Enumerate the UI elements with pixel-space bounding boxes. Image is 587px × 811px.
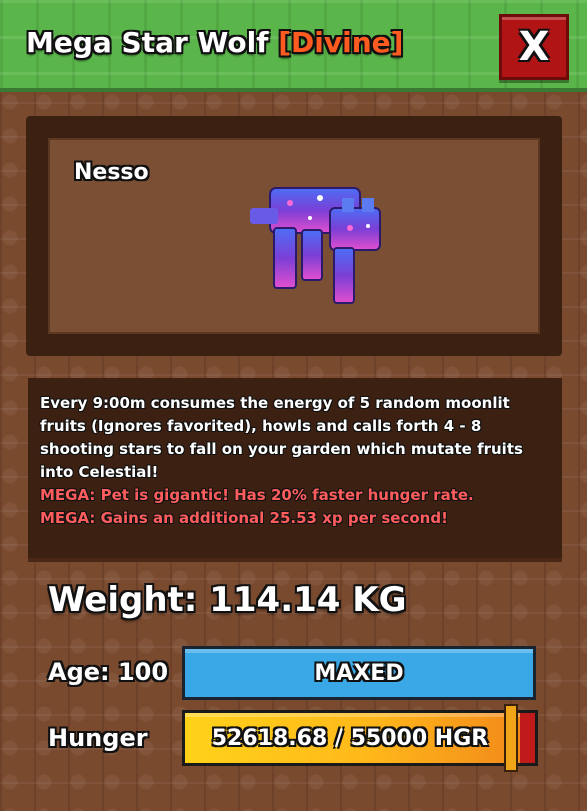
pet-species-title: Mega Star Wolf — [26, 26, 269, 59]
pet-preview-frame: Nesso — [48, 138, 540, 334]
age-bar: MAXED — [182, 646, 536, 700]
pet-preview-panel: Nesso — [26, 116, 562, 356]
description-line: shooting stars to fall on your garden wh… — [40, 440, 523, 458]
pet-name: Nesso — [74, 160, 149, 185]
description-line: into Celestial! — [40, 463, 159, 481]
hunger-marker — [504, 704, 518, 772]
age-label: Age: 100 — [48, 658, 169, 686]
hunger-bar: 52618.68 / 55000 HGR — [182, 710, 538, 766]
hunger-value-container: 52618.68 / 55000 HGR — [185, 713, 515, 763]
mega-bonus-line: MEGA: Pet is gigantic! Has 20% faster hu… — [40, 486, 474, 504]
close-button[interactable]: X — [499, 14, 569, 80]
age-status: MAXED — [314, 660, 404, 686]
hunger-value: 52618.68 / 55000 HGR — [211, 725, 489, 751]
mega-bonus-line: MEGA: Gains an additional 25.53 xp per s… — [40, 509, 448, 527]
pet-title: Mega Star Wolf [Divine] — [26, 26, 403, 59]
header-bar: Mega Star Wolf [Divine] X — [0, 0, 587, 92]
weight-text: Weight: 114.14 KG — [48, 580, 407, 620]
description-line: fruits (Ignores favorited), howls and ca… — [40, 417, 482, 435]
hunger-label: Hunger — [48, 724, 148, 752]
pet-wolf-icon — [250, 187, 381, 304]
rarity-tag: [Divine] — [278, 26, 404, 59]
description-line: Every 9:00m consumes the energy of 5 ran… — [40, 394, 510, 412]
ability-description: Every 9:00m consumes the energy of 5 ran… — [28, 378, 562, 562]
